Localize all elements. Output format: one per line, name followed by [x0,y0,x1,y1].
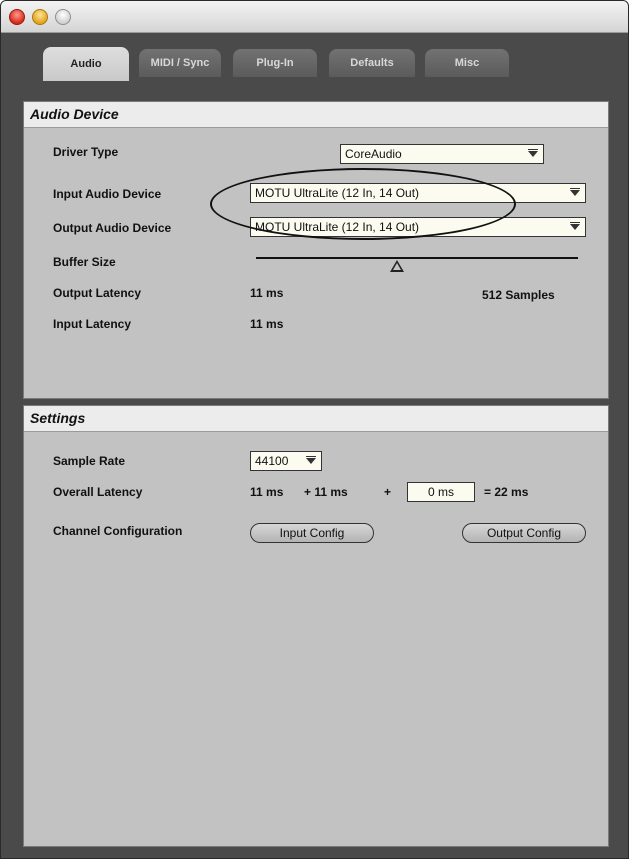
channel-configuration-label: Channel Configuration [53,524,183,538]
buffer-size-slider-track[interactable] [256,257,578,259]
output-latency-label: Output Latency [53,286,142,300]
tab-audio[interactable]: Audio [43,47,129,81]
output-config-button[interactable]: Output Config [462,523,586,543]
buffer-size-label: Buffer Size [53,255,116,269]
buffer-samples-value: 512 Samples [482,288,555,302]
title-bar[interactable] [1,1,628,33]
latency-total-value: = 22 ms [484,485,529,499]
chevron-down-icon [570,188,580,196]
input-audio-device-label: Input Audio Device [53,187,162,201]
sample-rate-value: 44100 [255,454,289,468]
preferences-window: Audio MIDI / Sync Plug-In Defaults Misc … [0,0,629,859]
settings-panel: Settings Sample Rate 44100 Overall Laten… [23,405,609,847]
chevron-down-icon [570,222,580,230]
highlight-ellipse [210,168,516,240]
driver-type-select[interactable]: CoreAudio [340,144,544,164]
input-config-button[interactable]: Input Config [250,523,374,543]
chevron-down-icon [306,456,316,464]
overall-latency-label: Overall Latency [53,485,143,499]
input-latency-value: 11 ms [250,317,284,331]
driver-type-value: CoreAudio [345,147,402,161]
tab-midi-sync[interactable]: MIDI / Sync [139,49,221,77]
sample-rate-label: Sample Rate [53,454,126,468]
output-audio-device-label: Output Audio Device [53,221,172,235]
latency-a-value: 11 ms [250,485,284,499]
plus-sign: + [384,485,392,499]
tab-defaults[interactable]: Defaults [329,49,415,77]
output-latency-value: 11 ms [250,286,284,300]
tab-bar: Audio MIDI / Sync Plug-In Defaults Misc [1,47,628,81]
chevron-down-icon [528,149,538,157]
zoom-window-icon[interactable] [55,9,71,25]
driver-type-label: Driver Type [53,145,119,159]
settings-header: Settings [24,406,608,432]
latency-b-value: + 11 ms [304,485,348,499]
minimize-window-icon[interactable] [32,9,48,25]
sample-rate-select[interactable]: 44100 [250,451,322,471]
close-window-icon[interactable] [9,9,25,25]
audio-device-panel: Audio Device Driver Type CoreAudio Input… [23,101,609,399]
audio-device-header: Audio Device [24,102,608,128]
extra-latency-input[interactable]: 0 ms [407,482,475,502]
buffer-size-slider-thumb[interactable] [390,260,404,272]
input-latency-label: Input Latency [53,317,132,331]
tab-plug-in[interactable]: Plug-In [233,49,317,77]
tab-misc[interactable]: Misc [425,49,509,77]
